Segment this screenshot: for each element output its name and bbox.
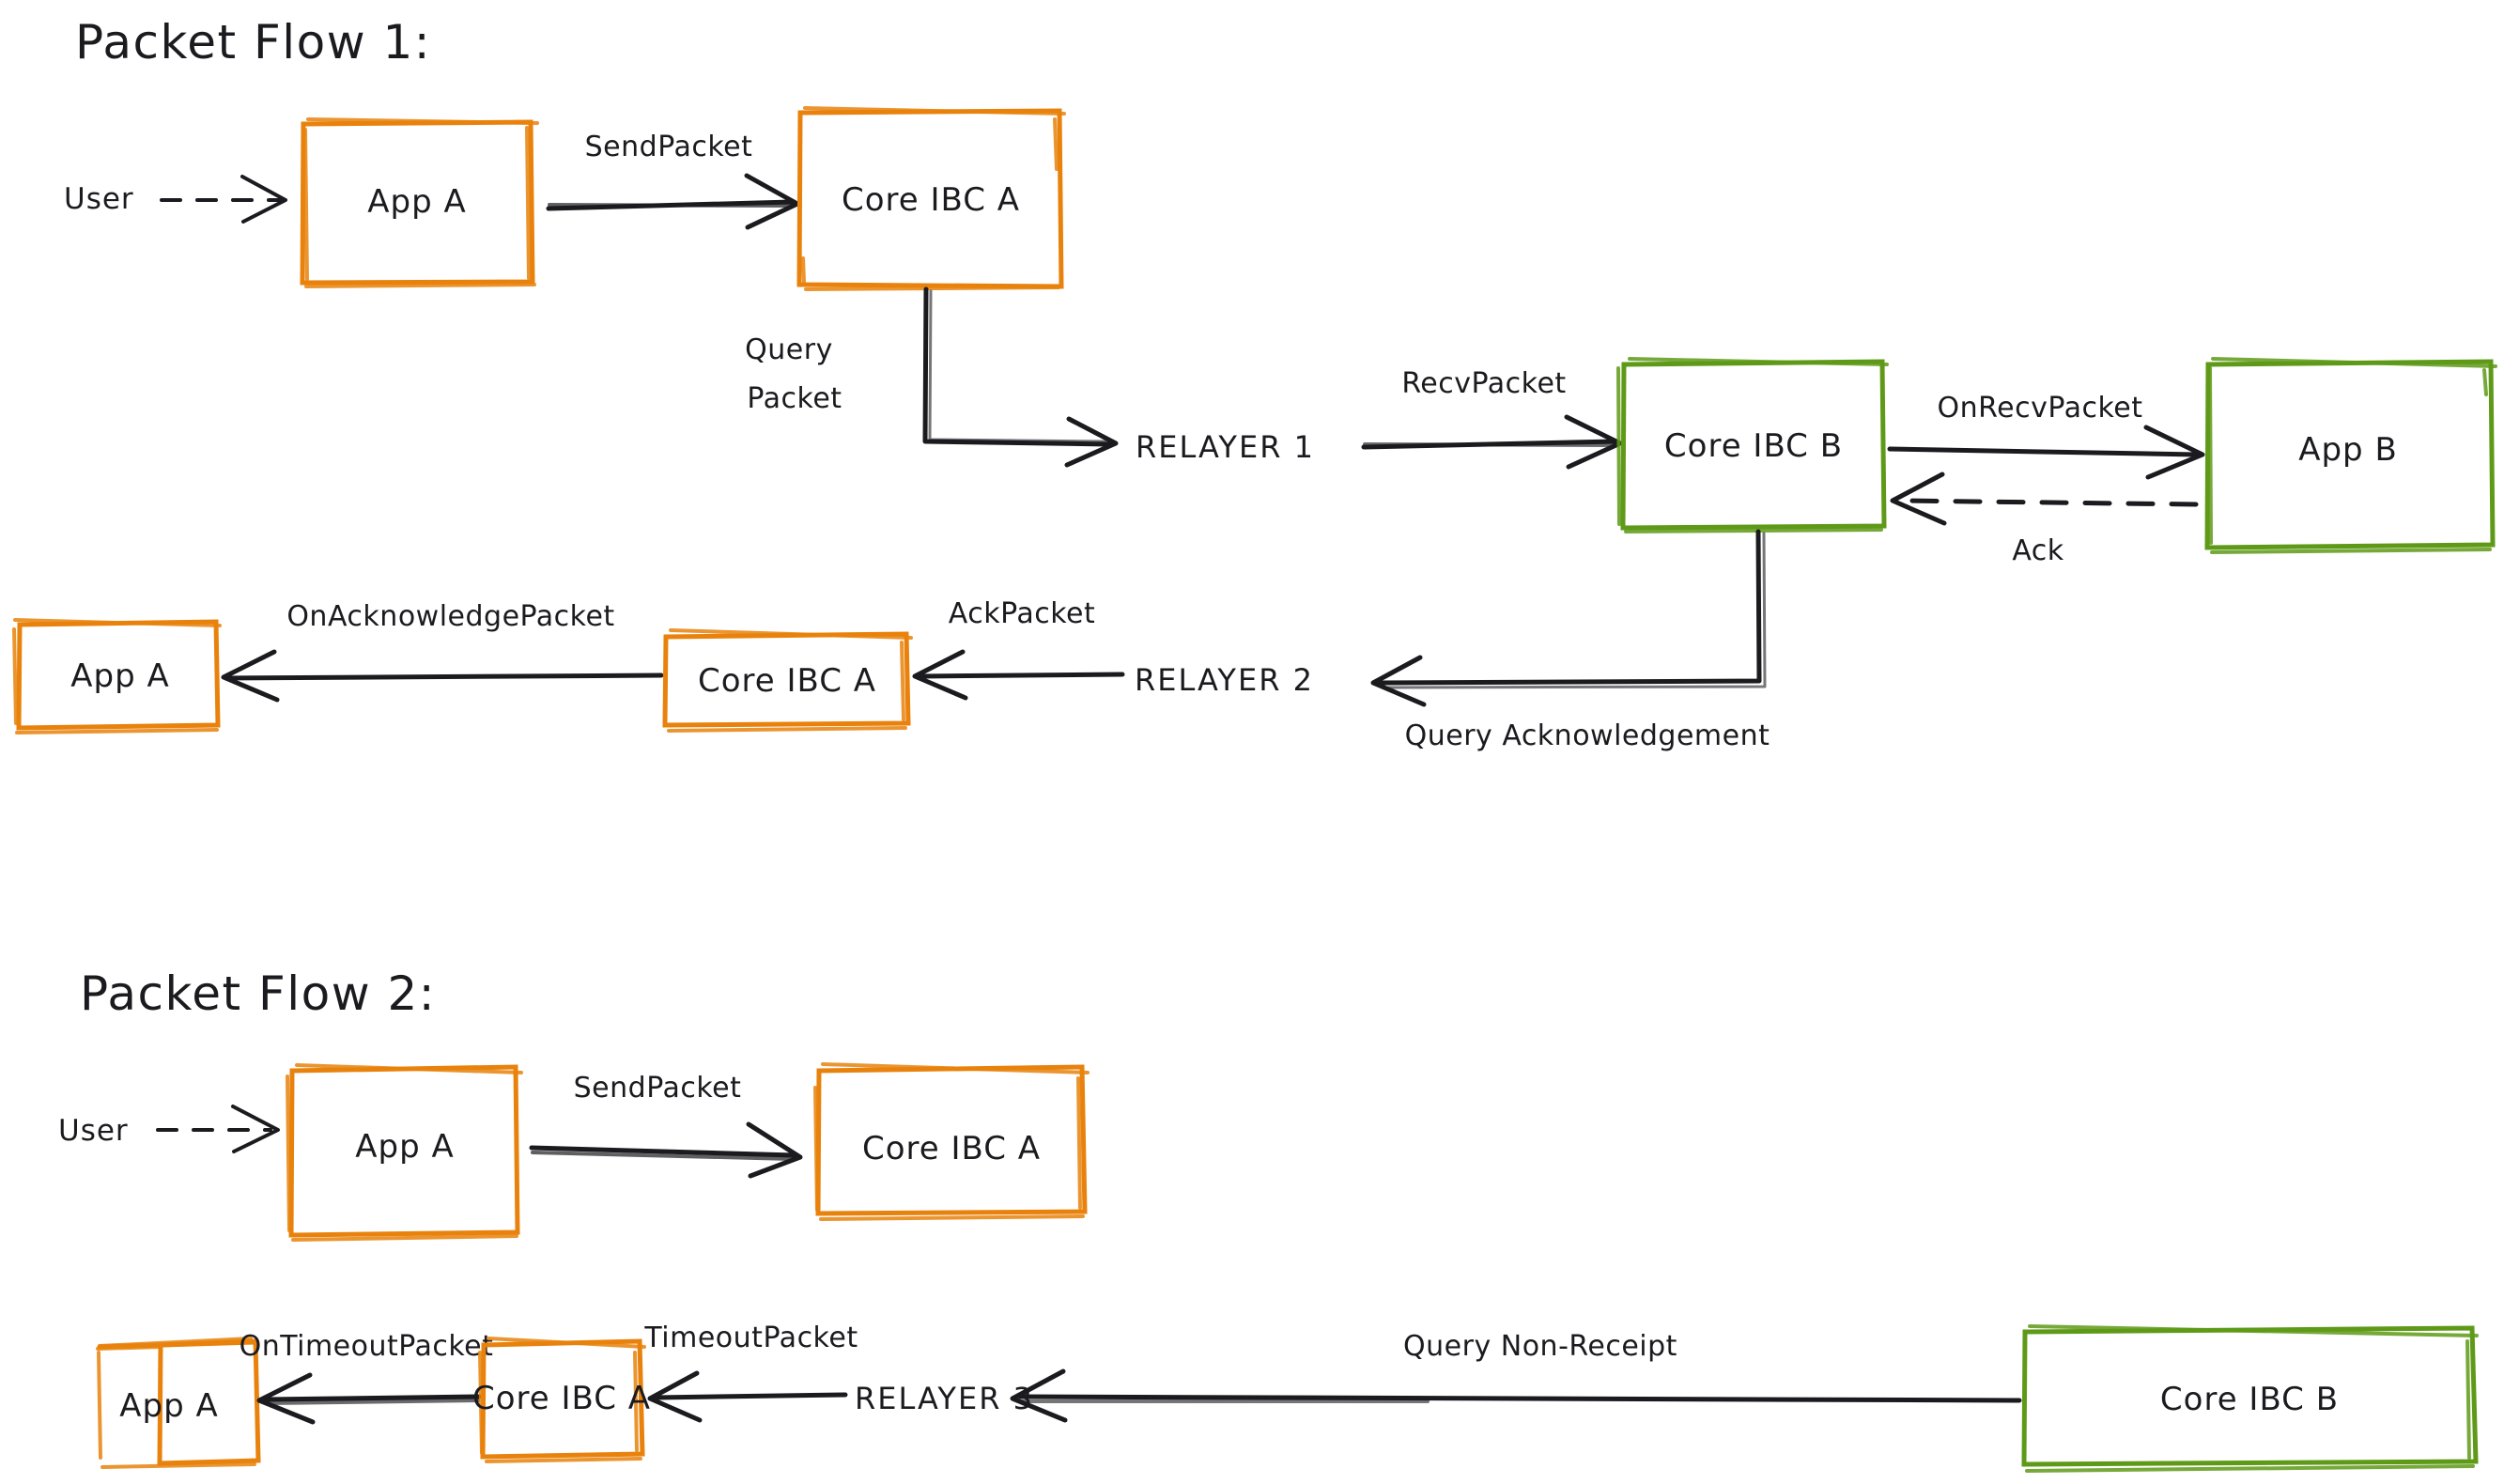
edge-user-to-app-a-flow2 bbox=[156, 1105, 280, 1153]
node-core-ibc-a-flow1[interactable]: Core IBC A bbox=[796, 106, 1066, 291]
edge-label-on-timeout-packet-flow2: OnTimeoutPacket bbox=[240, 1330, 494, 1363]
actor-label-user-flow1: User bbox=[64, 182, 134, 216]
edge-user-to-app-a-flow1 bbox=[160, 175, 287, 224]
edge-label-send-packet-flow1: SendPacket bbox=[585, 131, 753, 163]
node-app-a-timeout-flow2[interactable]: App A bbox=[96, 1337, 261, 1469]
edge-query-acknowledgement-flow1: Query Acknowledgement bbox=[1370, 529, 1770, 752]
edge-label-query-packet-line2-flow1: Packet bbox=[747, 382, 842, 415]
edge-label-send-packet-flow2: SendPacket bbox=[574, 1072, 742, 1105]
edge-label-on-acknowledge-packet-flow1: OnAcknowledgePacket bbox=[286, 600, 614, 633]
edge-on-timeout-packet-flow2: OnTimeoutPacket bbox=[240, 1330, 494, 1425]
node-label-app-a-timeout-flow2: App A bbox=[119, 1387, 219, 1425]
edge-send-packet-flow1: SendPacket bbox=[546, 131, 800, 230]
node-core-ibc-b-flow2[interactable]: Core IBC B bbox=[2021, 1324, 2479, 1473]
node-app-b-flow1[interactable]: App B bbox=[2204, 357, 2497, 554]
edge-recv-packet-flow1: RecvPacket bbox=[1361, 367, 1623, 470]
node-app-a-ack-flow1[interactable]: App A bbox=[12, 618, 222, 734]
actor-label-relayer-3: RELAYER 3 bbox=[855, 1381, 1034, 1416]
section-title-flow1: Packet Flow 1: bbox=[75, 15, 431, 70]
node-label-core-ibc-a-flow2: Core IBC A bbox=[862, 1130, 1041, 1167]
node-label-core-ibc-a-flow1: Core IBC A bbox=[842, 181, 1020, 219]
edge-label-ack-flow1: Ack bbox=[2012, 534, 2063, 567]
actor-label-relayer-2: RELAYER 2 bbox=[1135, 662, 1314, 698]
node-core-ibc-a-timeout-flow2[interactable]: Core IBC A bbox=[472, 1337, 651, 1463]
edge-query-non-receipt-flow2: Query Non-Receipt bbox=[1010, 1330, 2022, 1423]
node-label-app-a-flow1: App A bbox=[367, 183, 467, 221]
edge-ack-flow1: Ack bbox=[1890, 471, 2199, 567]
section-title-flow2: Packet Flow 2: bbox=[80, 966, 436, 1021]
node-label-core-ibc-b-flow2: Core IBC B bbox=[2160, 1381, 2339, 1418]
edge-label-recv-packet-flow1: RecvPacket bbox=[1401, 367, 1566, 400]
edge-ack-packet-flow1: AckPacket bbox=[912, 597, 1125, 701]
node-core-ibc-a-ack-flow1[interactable]: Core IBC A bbox=[662, 628, 913, 733]
node-label-app-b-flow1: App B bbox=[2298, 431, 2398, 469]
node-core-ibc-b-flow1[interactable]: Core IBC B bbox=[1616, 357, 1889, 533]
edge-label-query-non-receipt-flow2: Query Non-Receipt bbox=[1403, 1330, 1677, 1363]
node-label-core-ibc-a-timeout-flow2: Core IBC A bbox=[472, 1380, 651, 1417]
node-label-app-a-flow2: App A bbox=[355, 1128, 455, 1166]
edge-label-timeout-packet-flow2: TimeoutPacket bbox=[643, 1322, 858, 1354]
actor-label-relayer-1: RELAYER 1 bbox=[1136, 429, 1315, 465]
node-label-app-a-ack-flow1: App A bbox=[70, 657, 170, 695]
diagram-canvas: Packet Flow 1: User App A SendPacket Cor… bbox=[0, 0, 2504, 1484]
node-app-a-flow2[interactable]: App A bbox=[286, 1063, 523, 1242]
actor-label-user-flow2: User bbox=[58, 1114, 129, 1148]
node-label-core-ibc-b-flow1: Core IBC B bbox=[1664, 427, 1843, 465]
edge-query-packet-flow1: Query Packet bbox=[745, 286, 1119, 468]
node-label-core-ibc-a-ack-flow1: Core IBC A bbox=[698, 662, 876, 700]
edge-label-ack-packet-flow1: AckPacket bbox=[949, 597, 1096, 630]
edge-timeout-packet-flow2: TimeoutPacket bbox=[643, 1322, 858, 1423]
node-app-a-flow1[interactable]: App A bbox=[300, 117, 539, 288]
node-core-ibc-a-flow2[interactable]: Core IBC A bbox=[813, 1062, 1090, 1221]
packet-flow-diagram: Packet Flow 1: User App A SendPacket Cor… bbox=[12, 15, 2497, 1473]
edge-on-recv-packet-flow1: OnRecvPacket bbox=[1887, 392, 2205, 480]
edge-label-query-packet-line1-flow1: Query bbox=[745, 333, 833, 366]
edge-label-query-acknowledgement-flow1: Query Acknowledgement bbox=[1405, 719, 1770, 752]
edge-on-acknowledge-packet-flow1: OnAcknowledgePacket bbox=[221, 600, 664, 703]
edge-label-on-recv-packet-flow1: OnRecvPacket bbox=[1938, 392, 2143, 425]
edge-send-packet-flow2: SendPacket bbox=[529, 1072, 803, 1179]
